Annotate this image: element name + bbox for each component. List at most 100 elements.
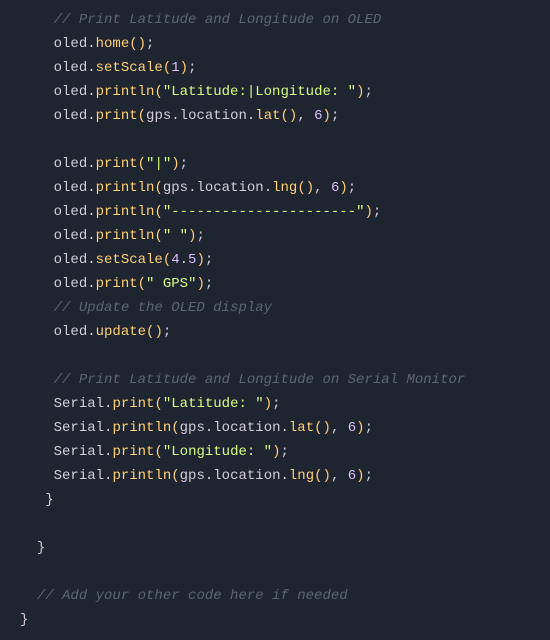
indent [20,32,54,56]
token-obj: gps [180,420,205,436]
token-obj: location [196,180,263,196]
token-brace: } [45,492,53,508]
token-paren: ) [356,468,364,484]
code-line: // Add your other code here if needed [0,584,550,608]
token-punct: , [297,108,314,124]
token-obj: oled [54,276,88,292]
indent [20,368,54,392]
token-obj: location [213,468,280,484]
token-number: 1 [171,60,179,76]
token-paren: () [297,180,314,196]
token-paren: ) [264,396,272,412]
indent [20,416,54,440]
token-comment: // Print Latitude and Longitude on Seria… [54,372,466,388]
indent [20,320,54,344]
indent [20,512,45,536]
indent [20,104,54,128]
token-punct: ; [205,252,213,268]
token-dot: . [171,108,179,124]
code-line: // Print Latitude and Longitude on OLED [0,8,550,32]
token-paren: ) [196,276,204,292]
indent [20,296,54,320]
token-method: print [96,108,138,124]
token-method: print [112,396,154,412]
token-dot: . [87,276,95,292]
token-obj: Serial [54,468,104,484]
token-paren: ( [163,60,171,76]
code-line [0,344,550,368]
indent [20,80,54,104]
token-dot: . [87,204,95,220]
token-paren: ( [171,468,179,484]
token-paren: ( [138,276,146,292]
indent [20,560,37,584]
indent [20,248,54,272]
token-paren: () [281,108,298,124]
indent [20,152,54,176]
token-obj: Serial [54,444,104,460]
token-dot: . [281,468,289,484]
token-dot: . [87,180,95,196]
code-line: oled.print(" GPS"); [0,272,550,296]
token-dot: . [87,84,95,100]
token-dot: . [87,108,95,124]
token-paren: ) [364,204,372,220]
indent [20,8,54,32]
token-punct: ; [188,60,196,76]
token-number: 6 [348,420,356,436]
token-punct: ; [180,156,188,172]
token-method: println [96,84,155,100]
token-obj: oled [54,252,88,268]
token-punct: ; [272,396,280,412]
token-punct: ; [163,324,171,340]
indent [20,392,54,416]
token-comment: // Print Latitude and Longitude on OLED [54,12,382,28]
token-method: lng [272,180,297,196]
token-dot: . [87,156,95,172]
token-ident [45,516,53,532]
token-paren: () [314,420,331,436]
token-punct: , [314,180,331,196]
code-line: oled.println(" "); [0,224,550,248]
token-punct: ; [205,276,213,292]
token-punct: ; [364,84,372,100]
token-paren: ( [171,420,179,436]
token-brace: } [37,540,45,556]
code-line: oled.print("|"); [0,152,550,176]
token-paren: ) [339,180,347,196]
code-line: oled.print(gps.location.lat(), 6); [0,104,550,128]
token-paren: ( [154,444,162,460]
token-number: 6 [314,108,322,124]
token-method: lat [289,420,314,436]
token-paren: () [129,36,146,52]
token-paren: ) [323,108,331,124]
token-string: "----------------------" [163,204,365,220]
token-punct: ; [373,204,381,220]
token-dot: . [264,180,272,196]
token-obj: oled [54,204,88,220]
indent [20,272,54,296]
token-comment: // Update the OLED display [54,300,272,316]
token-dot: . [87,228,95,244]
token-obj: oled [54,84,88,100]
indent [20,176,54,200]
code-line: Serial.println(gps.location.lat(), 6); [0,416,550,440]
code-line: oled.setScale(1); [0,56,550,80]
indent [20,584,37,608]
token-string: " " [163,228,188,244]
code-line: oled.setScale(4.5); [0,248,550,272]
token-brace: } [20,612,28,628]
token-method: print [96,276,138,292]
token-method: setScale [96,252,163,268]
token-obj: Serial [54,420,104,436]
token-obj: oled [54,36,88,52]
indent [20,464,54,488]
token-paren: ( [163,252,171,268]
token-method: print [96,156,138,172]
token-method: println [112,468,171,484]
code-line: oled.println(gps.location.lng(), 6); [0,176,550,200]
token-obj: gps [163,180,188,196]
token-paren: ) [180,60,188,76]
token-obj: gps [180,468,205,484]
token-obj: oled [54,228,88,244]
